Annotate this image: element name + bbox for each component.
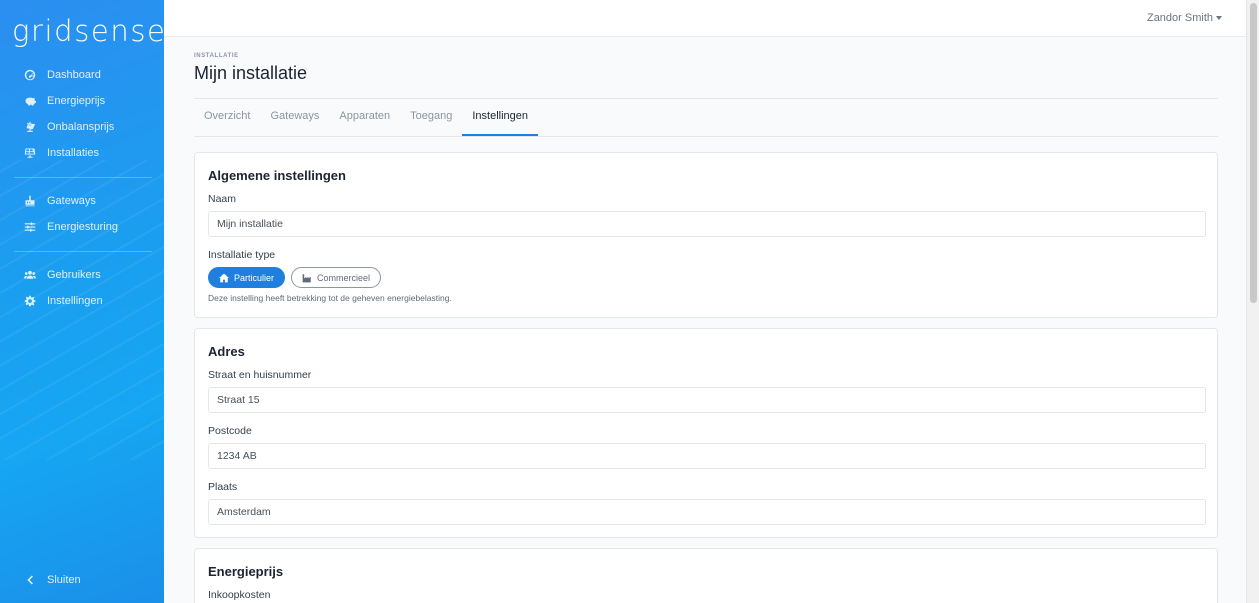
tab-apparaten[interactable]: Apparaten [329, 100, 400, 136]
sidebar-item-label: Energiesturing [47, 221, 118, 233]
purchase-cost-label: Inkoopkosten [208, 589, 271, 601]
tab-overzicht[interactable]: Overzicht [194, 100, 260, 136]
tab-instellingen[interactable]: Instellingen [462, 100, 539, 136]
sidebar-item-label: Instellingen [47, 295, 103, 307]
sidebar-close-label: Sluiten [47, 574, 81, 586]
gateway-icon [23, 194, 37, 208]
postcode-field[interactable]: 1234 AB [208, 443, 1206, 469]
sidebar-divider [14, 177, 152, 178]
sidebar-nav-admin: Gebruikers Instellingen [0, 262, 164, 314]
piggy-bank-icon [23, 94, 37, 108]
industry-icon [302, 273, 311, 282]
brand-logo[interactable]: gridsense [12, 14, 164, 48]
sidebar-item-gateways[interactable]: Gateways [0, 188, 164, 214]
street-label: Straat en huisnummer [208, 369, 312, 381]
type-help-text: Deze instelling heeft betrekking tot de … [208, 293, 452, 303]
sidebar-item-gebruikers[interactable]: Gebruikers [0, 262, 164, 288]
chevron-left-icon [23, 573, 37, 587]
page-pretitle: INSTALLATIE [194, 53, 239, 59]
address-card: Adres Straat en huisnummer Straat 15 Pos… [194, 328, 1218, 538]
card-title: Algemene instellingen [208, 168, 346, 183]
type-particulier-label: Particulier [234, 272, 275, 283]
users-icon [23, 268, 37, 282]
user-menu[interactable]: Zandor Smith [1147, 12, 1222, 24]
street-field[interactable]: Straat 15 [208, 387, 1206, 413]
installation-type-label: Installatie type [208, 249, 276, 261]
scrollbar-thumb[interactable] [1250, 3, 1257, 303]
tabs-divider [194, 136, 1218, 137]
sidebar-item-label: Dashboard [47, 69, 101, 81]
user-name: Zandor Smith [1146, 12, 1213, 24]
type-particulier-button[interactable]: Particulier [208, 267, 286, 288]
type-commercieel-button[interactable]: Commercieel [291, 267, 382, 288]
sidebar-item-instellingen[interactable]: Instellingen [0, 288, 164, 314]
tabs: Overzicht Gateways Apparaten Toegang Ins… [194, 100, 539, 136]
card-title: Energieprijs [208, 564, 284, 579]
caret-down-icon [1216, 16, 1222, 21]
city-field[interactable]: Amsterdam [208, 499, 1206, 525]
tab-gateways[interactable]: Gateways [260, 100, 329, 136]
sidebar-item-label: Gateways [47, 195, 96, 207]
sidebar-close-button[interactable]: Sluiten [0, 567, 164, 593]
sidebar-item-dashboard[interactable]: Dashboard [0, 62, 164, 88]
name-label: Naam [208, 193, 237, 205]
sidebar-item-label: Energieprijs [47, 95, 106, 107]
sidebar-item-label: Gebruikers [47, 269, 101, 281]
sidebar: gridsense Dashboard Energieprijs Onbalan… [0, 0, 164, 603]
name-field[interactable]: Mijn installatie [208, 211, 1206, 237]
tab-toegang[interactable]: Toegang [400, 100, 462, 136]
sidebar-nav-devices: Gateways Energiesturing [0, 188, 164, 240]
energy-price-card: Energieprijs Inkoopkosten [194, 548, 1218, 603]
page-title: Mijn installatie [194, 63, 308, 83]
sidebar-item-onbalansprijs[interactable]: Onbalansprijs [0, 114, 164, 140]
card-title: Adres [208, 344, 245, 359]
home-icon [219, 273, 229, 282]
sidebar-close: Sluiten [0, 567, 164, 593]
postcode-label: Postcode [208, 425, 252, 437]
sliders-icon [23, 220, 37, 234]
sidebar-item-label: Installaties [47, 147, 99, 159]
sidebar-divider [14, 251, 152, 252]
sidebar-item-energiesturing[interactable]: Energiesturing [0, 214, 164, 240]
city-label: Plaats [208, 481, 238, 493]
solar-panel-icon [23, 146, 37, 160]
page-scrollbar[interactable] [1246, 0, 1259, 603]
header-divider [194, 98, 1218, 99]
balance-scale-icon [23, 120, 37, 134]
sidebar-item-installaties[interactable]: Installaties [0, 140, 164, 166]
general-settings-card: Algemene instellingen Naam Mijn installa… [194, 152, 1218, 318]
gear-icon [23, 294, 37, 308]
sidebar-nav-main: Dashboard Energieprijs Onbalansprijs Ins… [0, 62, 164, 166]
topbar: Zandor Smith [164, 0, 1246, 37]
type-commercieel-label: Commercieel [317, 272, 371, 283]
sidebar-item-label: Onbalansprijs [47, 121, 115, 133]
sidebar-item-energieprijs[interactable]: Energieprijs [0, 88, 164, 114]
dashboard-icon [23, 68, 37, 82]
